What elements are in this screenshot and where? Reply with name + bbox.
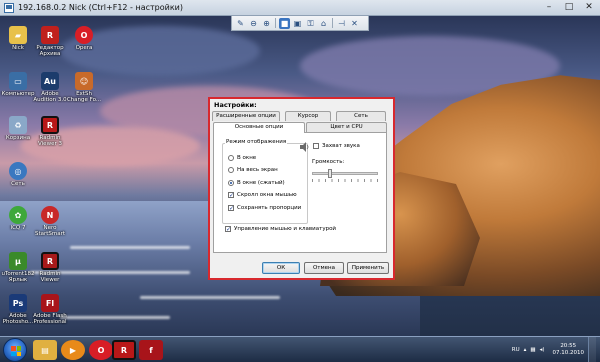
tab-color-cpu[interactable]: Цвет и CPU bbox=[306, 122, 387, 132]
desktop-icon-recycle-bin[interactable]: ♻ Корзина bbox=[0, 116, 36, 141]
window-titlebar: 192.168.0.2 Nick (Ctrl+F12 - настройки) … bbox=[0, 0, 600, 16]
radio-in-window-scaled[interactable]: В окне (сжатый) bbox=[228, 180, 285, 186]
photoshop-icon: Ps bbox=[9, 294, 27, 312]
clock-time: 20:55 bbox=[560, 343, 577, 349]
taskbar-radmin[interactable]: R bbox=[112, 340, 136, 360]
radmin-app-icon bbox=[4, 2, 14, 13]
home-icon[interactable]: ⌂ bbox=[318, 18, 329, 29]
desktop-icon-nick[interactable]: ▰ Nick bbox=[0, 26, 36, 51]
tab-advanced-options[interactable]: Расширенные опции bbox=[212, 111, 280, 121]
desktop-icon-computer[interactable]: ▭ Компьютер bbox=[0, 72, 36, 97]
radio-button-icon bbox=[228, 155, 234, 161]
computer-icon: ▭ bbox=[9, 72, 27, 90]
desktop-icon-adobe-audition[interactable]: Au Adobe Audition 3.0 bbox=[32, 72, 68, 103]
close-icon[interactable]: ✕ bbox=[349, 18, 360, 29]
zoom-in-icon[interactable]: ⊕ bbox=[261, 18, 272, 29]
desktop-icon-radmin-viewer-3[interactable]: R Radmin Viewer 3 bbox=[32, 116, 68, 147]
speaker-icon bbox=[300, 142, 309, 152]
fullscreen-icon[interactable]: ■ bbox=[279, 17, 290, 29]
radio-button-selected-icon bbox=[228, 180, 234, 186]
wrench-icon[interactable]: ✎ bbox=[235, 18, 246, 29]
clock[interactable]: 20:55 07.10.2010 bbox=[553, 343, 585, 357]
radio-fullscreen[interactable]: На весь экран bbox=[228, 167, 278, 173]
adobe-audition-icon: Au bbox=[41, 72, 59, 90]
fit-window-icon[interactable]: ▣ bbox=[292, 18, 303, 29]
show-desktop-button[interactable] bbox=[588, 337, 596, 362]
toolbar-separator bbox=[275, 18, 276, 28]
desktop-icon-radmin-viewer[interactable]: R Radmin Viewer bbox=[32, 252, 68, 283]
opera-icon: O bbox=[75, 26, 93, 44]
apply-button[interactable]: Применить bbox=[347, 262, 389, 274]
flash-icon: Fl bbox=[41, 294, 59, 312]
windows-logo-icon bbox=[11, 346, 21, 356]
recycle-bin-icon: ♻ bbox=[9, 116, 27, 134]
taskbar-explorer[interactable]: ▤ bbox=[33, 340, 57, 360]
network-tray-icon[interactable]: ▦ bbox=[530, 347, 535, 353]
window-title: 192.168.0.2 Nick (Ctrl+F12 - настройки) bbox=[18, 3, 183, 12]
checkbox-keep-ratio[interactable]: ✓ Сохранять пропорции bbox=[228, 205, 301, 212]
checkbox-scroll-window[interactable]: ✓ Скролл окна мышью bbox=[228, 192, 297, 199]
taskbar-media-player[interactable]: ▶ bbox=[61, 340, 85, 360]
tray-arrow-icon[interactable]: ▴ bbox=[524, 347, 527, 353]
display-mode-legend: Режим отображения bbox=[225, 139, 288, 145]
desktop-icon-change-folder[interactable]: ☺ ExtSh Change Fo... bbox=[66, 72, 102, 103]
pin-icon[interactable]: ⊣ bbox=[336, 18, 347, 29]
volume-slider-thumb[interactable] bbox=[327, 169, 332, 178]
desktop-icon-icq[interactable]: ✿ ICQ 7 bbox=[0, 206, 36, 231]
nero-icon: N bbox=[41, 206, 59, 224]
language-indicator[interactable]: RU bbox=[512, 347, 520, 353]
radio-button-icon bbox=[228, 167, 234, 173]
network-icon: ◎ bbox=[9, 162, 27, 180]
tab-main-options[interactable]: Основные опции bbox=[213, 122, 305, 133]
volume-slider-ticks bbox=[312, 179, 378, 182]
desktop-icon-opera[interactable]: O Opera bbox=[66, 26, 102, 51]
desktop-icon-archive-editor[interactable]: R Редактор Архива bbox=[32, 26, 68, 57]
zoom-out-icon[interactable]: ⊖ bbox=[248, 18, 259, 29]
checkbox-checked-icon: ✓ bbox=[228, 205, 235, 212]
change-folder-icon: ☺ bbox=[75, 72, 93, 90]
taskbar-opera[interactable]: O bbox=[89, 340, 113, 360]
taskbar-flash[interactable]: f bbox=[139, 340, 163, 360]
desktop-icon-network[interactable]: ◎ Сеть bbox=[0, 162, 36, 187]
checkbox-capture-sound[interactable]: Захват звука bbox=[313, 143, 360, 149]
dialog-title: Настройки: bbox=[214, 101, 257, 109]
desktop-icon-nero[interactable]: N Nero StartSmart bbox=[32, 206, 68, 237]
close-button[interactable]: ✕ bbox=[582, 2, 596, 13]
window-controls: – □ ✕ bbox=[542, 2, 596, 13]
volume-slider-track[interactable] bbox=[312, 172, 378, 175]
radmin-toolbar: ✎ ⊖ ⊕ ■ ▣ ⚿ ⌂ ⊣ ✕ bbox=[231, 16, 369, 31]
volume-tray-icon[interactable]: ◂) bbox=[540, 347, 545, 353]
checkbox-mouse-keyboard[interactable]: ✓ Управление мышью и клавиатурой bbox=[225, 226, 336, 233]
maximize-button[interactable]: □ bbox=[562, 2, 576, 13]
taskbar: ▤ ▶ O R f RU ▴ ▦ ◂) 20:55 07.10.2010 bbox=[0, 336, 600, 362]
icq-icon: ✿ bbox=[9, 206, 27, 224]
desktop-icon-flash[interactable]: Fl Adobe Flash Professional bbox=[32, 294, 68, 325]
minimize-button[interactable]: – bbox=[542, 2, 556, 13]
archive-editor-icon: R bbox=[41, 26, 59, 44]
radmin-viewer-icon: R bbox=[41, 252, 59, 270]
checkbox-icon bbox=[313, 143, 319, 149]
tab-network[interactable]: Сеть bbox=[336, 111, 386, 121]
clock-date: 07.10.2010 bbox=[552, 350, 585, 356]
desktop-icon-utorrent[interactable]: µ uTorrent182 Ярлык bbox=[0, 252, 36, 283]
lock-icon[interactable]: ⚿ bbox=[305, 18, 316, 29]
checkbox-checked-icon: ✓ bbox=[225, 226, 232, 233]
ok-button[interactable]: ОК bbox=[262, 262, 300, 274]
tab-cursor[interactable]: Курсор bbox=[285, 111, 331, 121]
toolbar-separator bbox=[332, 18, 333, 28]
volume-label: Громкость: bbox=[312, 159, 345, 165]
desktop-icon-photoshop[interactable]: Ps Adobe Photosho... bbox=[0, 294, 36, 325]
radio-in-window[interactable]: В окне bbox=[228, 155, 256, 161]
utorrent-icon: µ bbox=[9, 252, 27, 270]
start-button[interactable] bbox=[3, 338, 27, 362]
radmin-icon: R bbox=[41, 116, 59, 134]
system-tray: RU ▴ ▦ ◂) 20:55 07.10.2010 bbox=[512, 337, 600, 362]
cancel-button[interactable]: Отмена bbox=[304, 262, 344, 274]
checkbox-checked-icon: ✓ bbox=[228, 192, 235, 199]
folder-icon: ▰ bbox=[9, 26, 27, 44]
